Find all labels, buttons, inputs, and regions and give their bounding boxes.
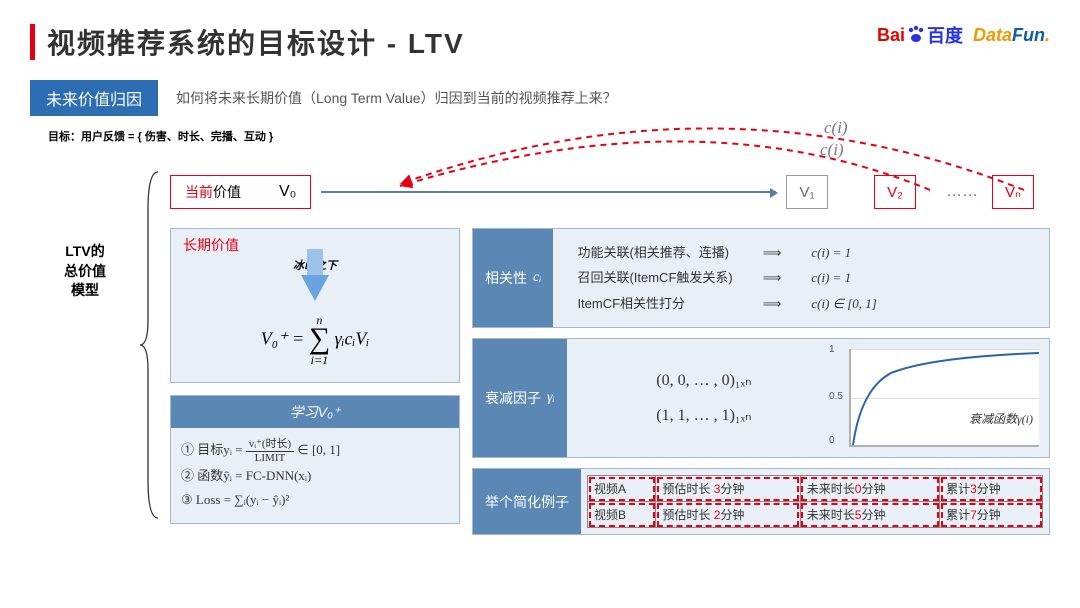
node-v1: V₁ <box>786 175 828 209</box>
section-subtitle: 如何将未来长期价值（Long Term Value）归因到当前的视频推荐上来？ <box>176 88 617 108</box>
ci-label-2: c(i) <box>820 140 844 160</box>
decay-chart: 1 0.5 0 衰减函数γ(i) <box>849 349 1039 447</box>
baidu-logo: Bai 百度 <box>877 22 963 48</box>
side-label: LTV的 总价值 模型 <box>30 242 140 301</box>
goal-text: 目标：用户反馈 = { 伤害、时长、完播、互动 } <box>48 128 1050 144</box>
arrow-down-icon <box>301 275 329 301</box>
current-value-box: 当前价值 V₀ <box>170 175 311 209</box>
example-panel: 举个简化例子 视频A预估时长 3分钟未来时长0分钟累计3分钟 视频B预估时长 2… <box>472 468 1050 535</box>
node-vn: Vₙ <box>992 175 1034 209</box>
timeline-dots: …… <box>946 183 978 201</box>
decay-panel: 衰减因子γᵢ (0, 0, … , 0)₁ₓₙ (1, 1, … , 1)₁ₓₙ… <box>472 338 1050 458</box>
decay-header: 衰减因子γᵢ <box>473 339 567 457</box>
baidu-paw-icon <box>905 24 927 46</box>
curly-brace-icon <box>140 170 160 520</box>
page-title: 视频推荐系统的目标设计 - LTV <box>47 22 465 62</box>
relevance-header: 相关性cᵢ <box>473 229 553 327</box>
longterm-formula: V₀⁺ = n ∑ i=1 γᵢcᵢVᵢ <box>171 307 459 382</box>
learn-header: 学习V₀⁺ <box>171 396 459 428</box>
example-table: 视频A预估时长 3分钟未来时长0分钟累计3分钟 视频B预估时长 2分钟未来时长5… <box>587 475 1043 528</box>
section-tag: 未来价值归因 <box>30 80 158 116</box>
learn-line-2: ② 函数ŷᵢ = FC-DNN(xᵢ) <box>181 464 449 489</box>
longterm-panel: 长期价值 冰山之下 V₀⁺ = n ∑ i=1 γᵢcᵢVᵢ <box>170 228 460 383</box>
relevance-table: 功能关联(相关推荐、连播)⟹c(i) = 1 召回关联(ItemCF触发关系)⟹… <box>563 239 890 317</box>
example-row-a: 视频A预估时长 3分钟未来时长0分钟累计3分钟 <box>588 476 1043 502</box>
example-header: 举个简化例子 <box>473 469 581 534</box>
decay-chart-title: 衰减函数γ(i) <box>969 410 1033 427</box>
decay-curve-icon <box>851 349 1041 447</box>
relevance-panel: 相关性cᵢ 功能关联(相关推荐、连播)⟹c(i) = 1 召回关联(ItemCF… <box>472 228 1050 328</box>
node-v0: V₀ <box>279 183 296 201</box>
timeline-arrow <box>321 191 776 193</box>
learn-line-1: ① 目标yᵢ = vᵢ⁺(时长)LIMIT ∈ [0, 1] <box>181 438 449 464</box>
datafun-logo: DataFun. <box>973 25 1050 46</box>
decay-formula-2: (1, 1, … , 1)₁ₓₙ <box>577 398 831 433</box>
title-accent-bar <box>30 24 35 60</box>
decay-formula-1: (0, 0, … , 0)₁ₓₙ <box>577 363 831 398</box>
example-row-b: 视频B预估时长 2分钟未来时长5分钟累计7分钟 <box>588 502 1043 528</box>
ci-label-1: c(i) <box>824 118 848 138</box>
node-v2: V₂ <box>874 175 916 209</box>
learn-line-3: ③ Loss = ∑ᵢ(yᵢ − ŷᵢ)² <box>181 488 449 513</box>
learn-panel: 学习V₀⁺ ① 目标yᵢ = vᵢ⁺(时长)LIMIT ∈ [0, 1] ② 函… <box>170 395 460 524</box>
